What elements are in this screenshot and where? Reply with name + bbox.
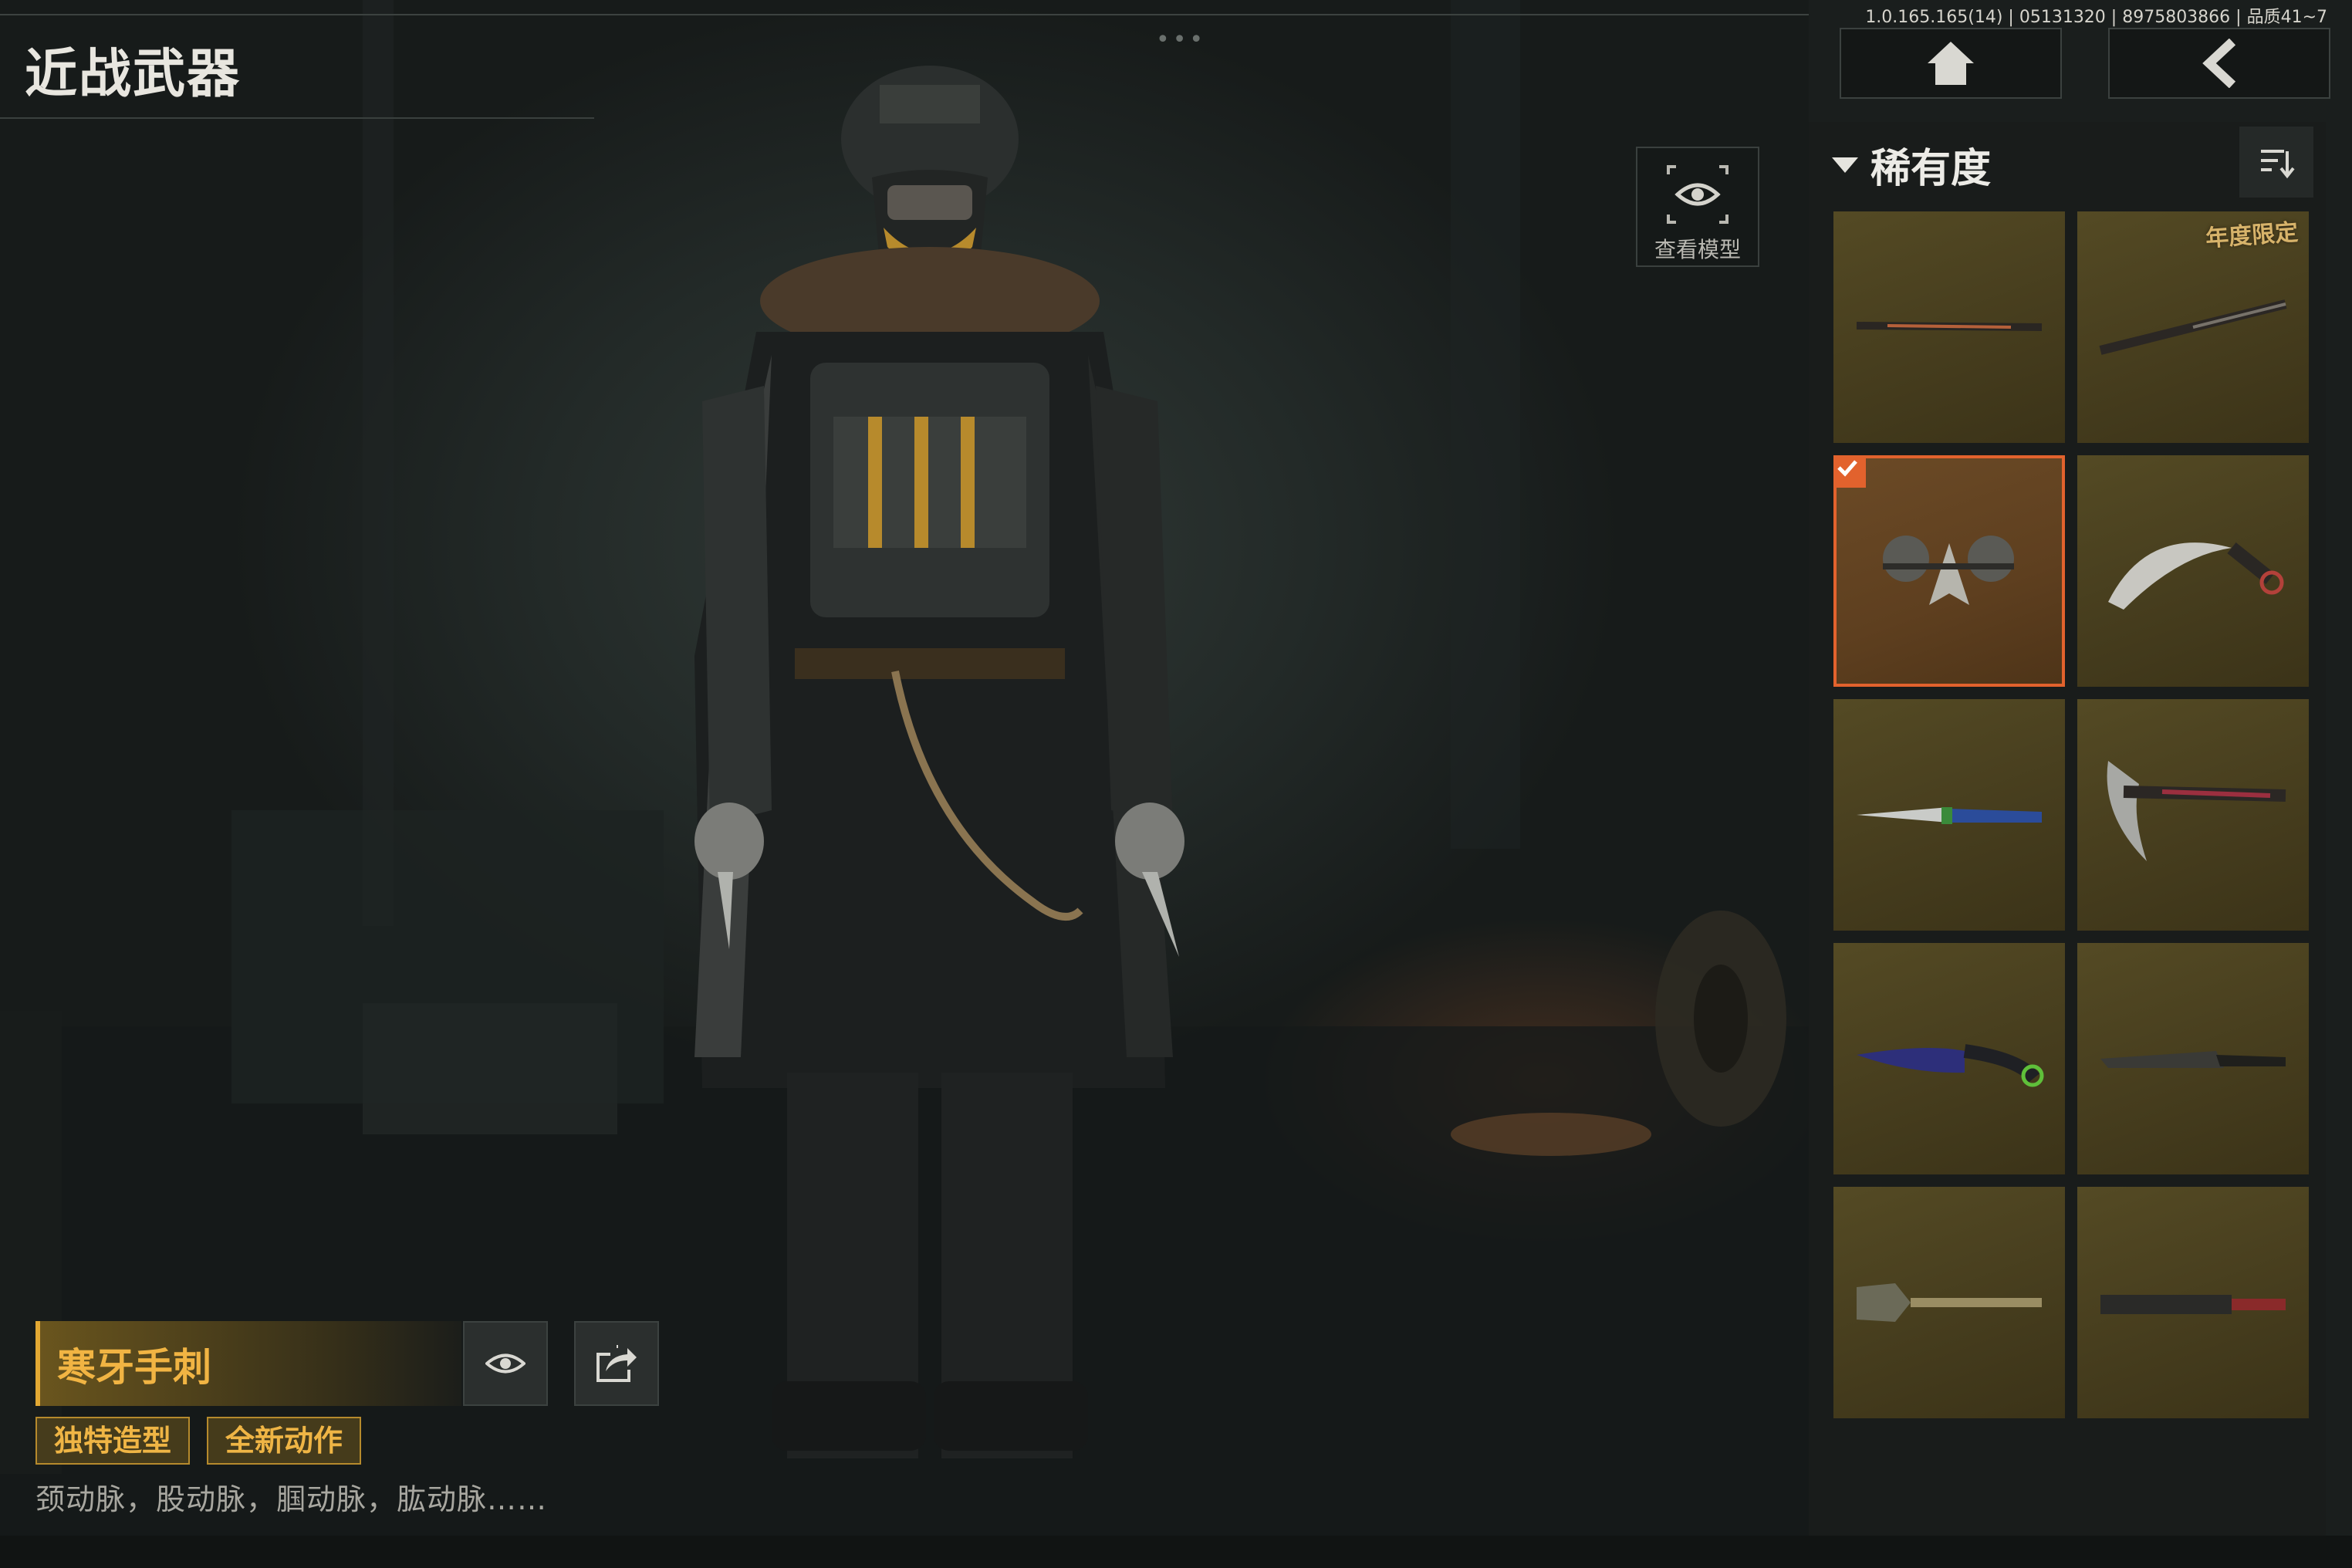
machete-icon — [2100, 1051, 2286, 1068]
karambit-icon — [2108, 542, 2284, 610]
share-icon — [596, 1345, 637, 1382]
selected-weapon-name: 寒牙手刺 — [57, 1345, 211, 1390]
sort-button[interactable] — [2239, 127, 2313, 198]
weapon-tile-knife-blue[interactable] — [1833, 699, 2065, 931]
staff-icon — [1856, 322, 2043, 331]
knife-curved-icon — [1857, 1044, 2044, 1087]
tag-new-animation: 全新动作 — [207, 1417, 362, 1465]
view-model-button[interactable]: 查看模型 — [1636, 147, 1759, 267]
weapon-tile-knife-curved[interactable] — [1833, 943, 2065, 1174]
share-button[interactable] — [574, 1321, 659, 1406]
weapon-tile-sword[interactable]: 年度限定 — [2077, 211, 2309, 443]
pickaxe-icon — [2107, 761, 2286, 861]
eye-icon — [1667, 165, 1729, 224]
weapon-tile-pickaxe[interactable] — [2077, 699, 2309, 931]
cleaver-icon — [2100, 1295, 2286, 1314]
eye-icon — [485, 1353, 525, 1374]
home-icon — [1928, 42, 1974, 85]
preview-weapon-button[interactable] — [463, 1321, 548, 1406]
annual-limited-badge: 年度限定 — [2205, 218, 2300, 253]
bottom-strip — [0, 1536, 2352, 1568]
version-info: 1.0.165.165(14) | 05131320 | 8975803866 … — [1865, 8, 2327, 27]
back-arrow-icon — [2202, 39, 2236, 88]
selected-check-icon — [1837, 458, 1866, 488]
rarity-sort-toggle[interactable]: 稀有度 — [1830, 136, 1991, 194]
knife-blue-icon — [1857, 807, 2042, 824]
title-underline — [0, 117, 594, 119]
weapon-list-panel: 稀有度 年度限定 — [1809, 122, 2326, 1536]
back-button[interactable] — [2108, 28, 2330, 99]
drag-handle-dots[interactable]: ••• — [1156, 26, 1206, 53]
view-model-label: 查看模型 — [1654, 237, 1741, 262]
weapon-tile-shovel[interactable] — [1833, 1187, 2065, 1418]
hand-blades-icon — [1883, 536, 2014, 605]
tag-unique-design: 独特造型 — [35, 1417, 191, 1465]
sort-icon — [2261, 150, 2295, 179]
page-title: 近战武器 — [25, 44, 242, 105]
rarity-label: 稀有度 — [1870, 146, 1992, 192]
home-button[interactable] — [1840, 28, 2062, 99]
triangle-down-icon — [1832, 157, 1858, 173]
weapon-tile-hand-blades[interactable] — [1833, 455, 2065, 687]
weapon-tile-cleaver[interactable] — [2077, 1187, 2309, 1418]
weapon-tile-staff[interactable] — [1833, 211, 2065, 443]
top-divider — [0, 14, 1809, 15]
weapon-description: 颈动脉，股动脉，腘动脉，肱动脉…… — [35, 1482, 548, 1516]
weapon-tile-karambit[interactable] — [2077, 455, 2309, 687]
weapon-tile-machete[interactable] — [2077, 943, 2309, 1174]
shovel-icon — [1857, 1283, 2042, 1322]
operator-character — [694, 66, 1184, 1458]
selected-weapon-name-bar: 寒牙手刺 — [35, 1321, 461, 1406]
